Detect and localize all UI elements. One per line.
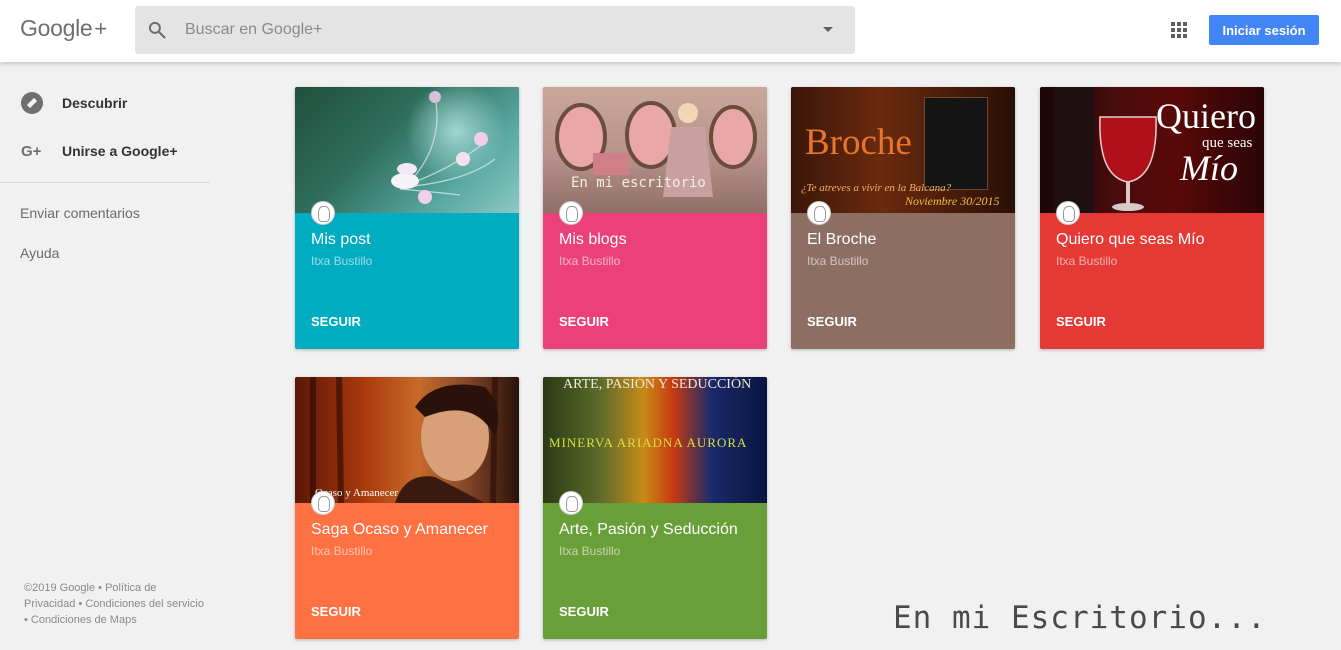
- compass-icon: [21, 92, 43, 114]
- follow-button[interactable]: SEGUIR: [559, 604, 609, 619]
- collection-card-mis-blogs[interactable]: En mi escritorio Mis blogs Itxa Bustillo…: [543, 87, 767, 349]
- signin-button[interactable]: Iniciar sesión: [1209, 15, 1319, 45]
- top-bar: Google+ Iniciar sesión: [0, 0, 1341, 62]
- sidebar-item-join[interactable]: G+ Unirse a Google+: [0, 131, 210, 171]
- card-cover-image: Broche ¿Te atreves a vivir en la Balcana…: [791, 87, 1015, 213]
- book-cover-icon: [924, 97, 988, 190]
- owner-avatar: [559, 201, 583, 225]
- follow-button[interactable]: SEGUIR: [311, 604, 361, 619]
- card-title: Mis post: [311, 231, 371, 248]
- image-date: Noviembre 30/2015: [905, 194, 1000, 208]
- card-title: Saga Ocaso y Amanecer: [311, 521, 488, 538]
- collection-card-el-broche[interactable]: Broche ¿Te atreves a vivir en la Balcana…: [791, 87, 1015, 349]
- collection-card-saga-ocaso[interactable]: Ocaso y Amanecer Saga Ocaso y Amanecer I…: [295, 377, 519, 639]
- collection-card-quiero-que-seas-mio[interactable]: Quiero que seas Mío Quiero que seas Mío …: [1040, 87, 1264, 349]
- card-title: Arte, Pasión y Seducción: [559, 521, 738, 538]
- follow-button[interactable]: SEGUIR: [807, 314, 857, 329]
- collection-card-mis-post[interactable]: Mis post Itxa Bustillo SEGUIR: [295, 87, 519, 349]
- owner-avatar: [807, 201, 831, 225]
- card-owner: Itxa Bustillo: [559, 254, 621, 268]
- image-caption: En mi escritorio: [571, 175, 706, 191]
- google-plus-logo[interactable]: Google+: [20, 15, 107, 42]
- image-title: Broche: [805, 122, 912, 163]
- owner-avatar: [1056, 201, 1080, 225]
- sidebar-divider: [0, 182, 210, 183]
- card-title: Mis blogs: [559, 231, 627, 248]
- portrait-illustration: [310, 377, 499, 504]
- footer-links[interactable]: ©2019 Google • Política de Privacidad • …: [24, 580, 204, 628]
- card-owner: Itxa Bustillo: [807, 254, 869, 268]
- mirrors-illustration: [555, 101, 757, 197]
- card-cover-image: Ocaso y Amanecer: [295, 377, 519, 504]
- follow-button[interactable]: SEGUIR: [1056, 314, 1106, 329]
- collection-card-arte-pasion[interactable]: ARTE, PASIÓN Y SEDUCCIÓN MINERVA ARIADNA…: [543, 377, 767, 639]
- follow-button[interactable]: SEGUIR: [559, 314, 609, 329]
- card-owner: Itxa Bustillo: [311, 544, 373, 558]
- chevron-down-icon[interactable]: [823, 27, 833, 32]
- apps-grid-icon[interactable]: [1171, 22, 1187, 38]
- owner-avatar: [559, 491, 583, 515]
- card-title: Quiero que seas Mío: [1056, 231, 1205, 248]
- card-cover-image: [295, 87, 519, 213]
- image-title: ARTE, PASIÓN Y SEDUCCIÓN: [563, 377, 752, 392]
- sidebar: Descubrir G+ Unirse a Google+ Enviar com…: [0, 62, 210, 650]
- image-title-2: Mío: [1180, 148, 1238, 188]
- flower-stems-illustration: [391, 91, 496, 204]
- watermark-text: En mi Escritorio...: [893, 600, 1267, 636]
- card-cover-image: ARTE, PASIÓN Y SEDUCCIÓN MINERVA ARIADNA…: [543, 377, 767, 503]
- sidebar-item-discover[interactable]: Descubrir: [0, 83, 210, 123]
- card-cover-image: Quiero que seas Mío: [1040, 87, 1264, 213]
- image-tagline: ¿Te atreves a vivir en la Balcana?: [801, 182, 952, 194]
- feedback-link[interactable]: Enviar comentarios: [20, 205, 140, 221]
- google-plus-icon: G+: [21, 143, 42, 160]
- card-owner: Itxa Bustillo: [559, 544, 621, 558]
- search-box[interactable]: [135, 6, 855, 54]
- image-names: MINERVA ARIADNA AURORA: [549, 435, 748, 450]
- help-link[interactable]: Ayuda: [20, 245, 59, 261]
- card-title: El Broche: [807, 231, 877, 248]
- card-cover-image: En mi escritorio: [543, 87, 767, 213]
- card-owner: Itxa Bustillo: [1056, 254, 1118, 268]
- search-icon: [148, 21, 166, 39]
- follow-button[interactable]: SEGUIR: [311, 314, 361, 329]
- card-owner: Itxa Bustillo: [311, 254, 373, 268]
- image-title: Quiero: [1156, 96, 1256, 136]
- owner-avatar: [311, 201, 335, 225]
- owner-avatar: [311, 491, 335, 515]
- search-input[interactable]: [185, 6, 805, 54]
